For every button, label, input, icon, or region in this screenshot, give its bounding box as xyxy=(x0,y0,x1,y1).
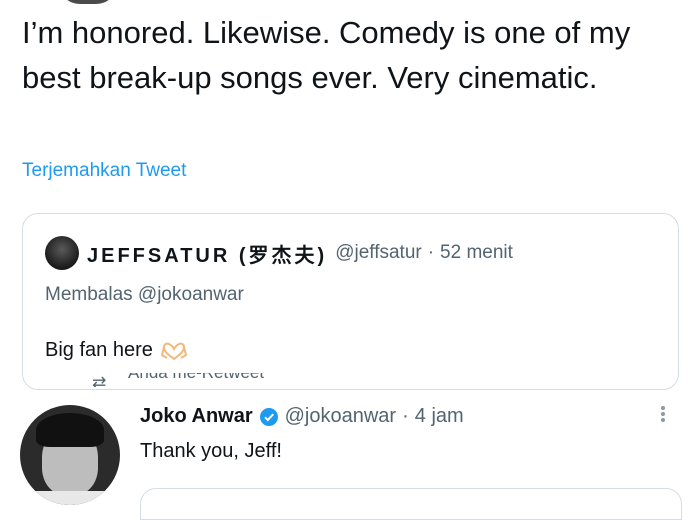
separator-dot: · xyxy=(402,405,409,427)
avatar[interactable] xyxy=(20,405,120,505)
heart-hands-icon xyxy=(160,341,188,361)
retweet-label: Anda me-Retweet xyxy=(128,373,264,382)
quoted-tweet-body: Big fan here xyxy=(45,339,188,362)
retweet-icon: ⇄ xyxy=(92,373,107,387)
avatar-collar xyxy=(30,491,110,505)
separator-dot: · xyxy=(427,242,435,263)
previous-avatar-edge xyxy=(58,0,118,4)
reply-timestamp[interactable]: 4 jam xyxy=(415,405,464,428)
replying-to-text: Membalas @jokoanwar xyxy=(45,284,244,305)
quoted-body-text: Big fan here xyxy=(45,339,153,361)
reply-tweet-text: Thank you, Jeff! xyxy=(140,440,282,462)
avatar-hair xyxy=(36,413,104,447)
verified-badge-icon xyxy=(259,407,279,427)
reply-tweet-header: Joko Anwar @jokoanwar · 4 jam xyxy=(140,405,464,428)
quoted-tweet-header: JEFFSATUR (罗杰夫) @jeffsatur · 52 menit xyxy=(45,236,513,270)
quoted-handle[interactable]: @jeffsatur xyxy=(335,242,422,264)
retweet-indicator: ⇄ Anda me-Retweet xyxy=(92,373,332,387)
reply-display-name[interactable]: Joko Anwar xyxy=(140,405,253,428)
quoted-tweet-card[interactable]: JEFFSATUR (罗杰夫) @jeffsatur · 52 menit Me… xyxy=(22,213,679,390)
tweet-text: I’m honored. Likewise. Comedy is one of … xyxy=(22,15,631,95)
avatar[interactable] xyxy=(45,236,79,270)
quoted-timestamp[interactable]: 52 menit xyxy=(440,242,513,264)
quoted-display-name[interactable]: JEFFSATUR (罗杰夫) xyxy=(87,239,327,268)
translate-tweet-link[interactable]: Terjemahkan Tweet xyxy=(22,160,186,182)
reply-handle[interactable]: @jokoanwar xyxy=(285,405,396,428)
embedded-card-edge xyxy=(140,488,682,520)
more-options-icon[interactable] xyxy=(656,404,670,428)
